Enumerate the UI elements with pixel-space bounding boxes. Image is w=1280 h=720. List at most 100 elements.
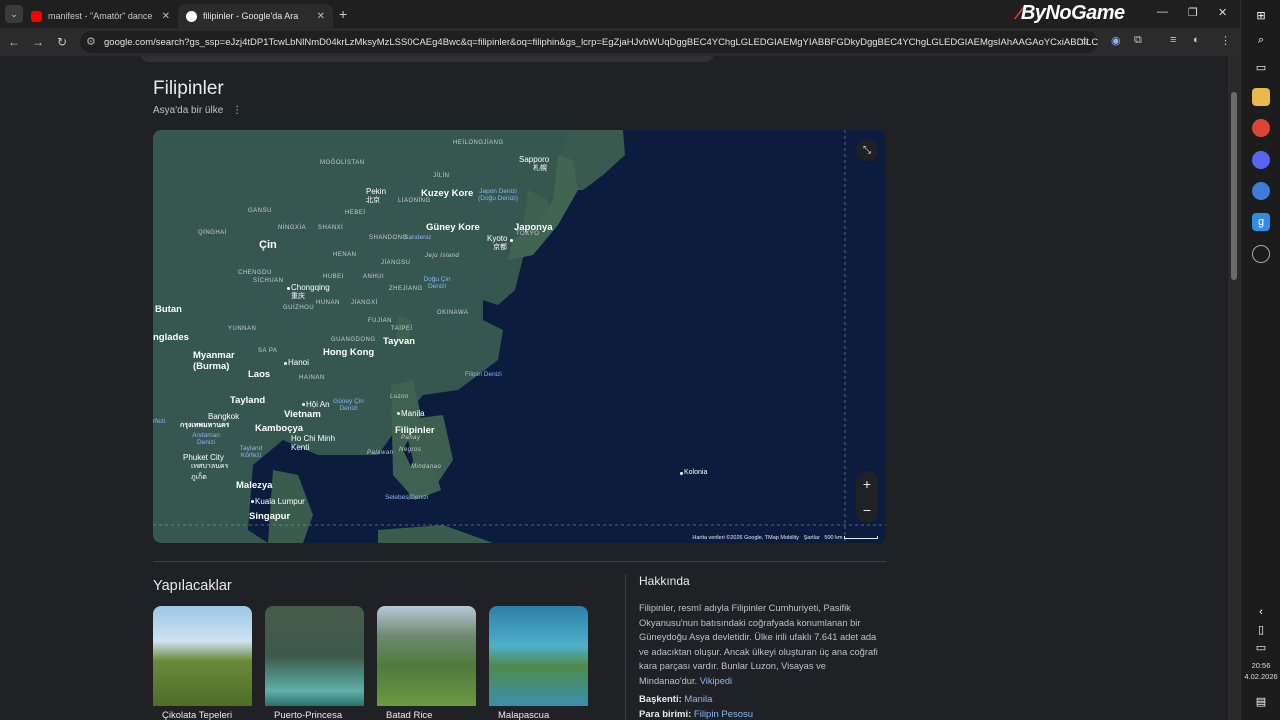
tab-search-button[interactable]: ⌄ [5, 5, 23, 23]
chevron-left-icon[interactable]: ‹ [1252, 603, 1270, 621]
map-label: CHENGDU [238, 270, 272, 276]
file-explorer-icon[interactable] [1252, 88, 1270, 106]
card-label: Çikolata Tepeleri [162, 710, 233, 720]
tab-youtube[interactable]: manifest - "Amatör" dance ✕ [23, 4, 178, 28]
zoom-out-button[interactable]: − [863, 502, 871, 518]
clock-time: 20:56 [1251, 661, 1271, 670]
map-label: Hội An [306, 400, 330, 409]
media-control-icon[interactable]: ≡ [1170, 34, 1176, 46]
zoom-controls: + − [856, 471, 878, 523]
collapse-map-button[interactable]: ⤡ [856, 139, 878, 161]
url-text: google.com/search?gs_ssp=eJzj4tDP1TcwLbN… [104, 36, 1098, 48]
map-label: TOKYO [516, 231, 540, 237]
brand-logo: ⁄ByNoGame [1018, 2, 1125, 24]
close-window-button[interactable]: ✕ [1218, 6, 1227, 19]
map[interactable]: MOĞOLİSTAN Sapporo 札幌 Pekin 北京 Kuzey Kor… [153, 130, 886, 543]
things-to-do-card[interactable]: Puerto-Princesa [265, 606, 364, 720]
restore-button[interactable]: ❐ [1188, 6, 1198, 19]
wikipedia-link[interactable]: Vikipedi [700, 676, 732, 686]
notification-icon[interactable]: ▤ [1252, 692, 1270, 710]
app-icon[interactable] [1252, 182, 1270, 200]
city-dot [302, 403, 305, 406]
app-clock-icon[interactable] [1252, 245, 1270, 263]
map-label: Sarıdeniz [404, 234, 432, 241]
map-label: Selebes Denizi [385, 494, 429, 501]
map-label: Vietnam [284, 409, 321, 420]
map-label: MOĞOLİSTAN [320, 160, 365, 166]
microphone-icon[interactable]: ▯ [1252, 620, 1270, 638]
address-bar[interactable]: ⚙ google.com/search?gs_ssp=eJzj4tDP1TcwL… [80, 31, 1098, 53]
things-to-do-card[interactable]: Çikolata Tepeleri [153, 606, 252, 720]
chrome-icon[interactable] [1252, 119, 1270, 137]
extension-icon[interactable]: ◉ [1111, 34, 1121, 47]
page-scrollbar[interactable] [1228, 56, 1240, 720]
app-g-icon[interactable]: g [1252, 213, 1270, 231]
map-label: YUNNAN [228, 326, 257, 332]
page-content: Filipinler Asya'da bir ülke ⋮ MOĞOLİSTAN… [0, 56, 1228, 720]
city-dot [397, 412, 400, 415]
map-label: Filipin Denizi [465, 371, 502, 378]
close-icon[interactable]: ✕ [317, 11, 325, 22]
scale-bar [844, 536, 878, 539]
map-label: Güney Kore [426, 222, 480, 233]
capital-fact: Başkenti: Manila [639, 694, 712, 705]
card-label: Batad Rice [386, 710, 433, 720]
terms-link[interactable]: Şartlar [804, 535, 820, 541]
map-label: HUNAN [316, 300, 340, 306]
map-label: 京都 [493, 244, 507, 251]
things-to-do-card[interactable]: Malapascua [489, 606, 588, 720]
scale-label: 500 km [824, 535, 843, 541]
tab-google-search[interactable]: filipinler - Google'da Ara ✕ [178, 4, 333, 28]
map-label: Tayland [230, 395, 266, 406]
tab-title: manifest - "Amatör" dance [48, 11, 153, 21]
map-label: HEİLONGJİANG [453, 140, 504, 146]
menu-icon[interactable]: ⋮ [1220, 34, 1231, 47]
reload-button[interactable]: ↻ [50, 35, 74, 49]
bookmark-star-icon[interactable]: ☆ [1079, 34, 1090, 48]
about-text: Filipinler, resmî adıyla Filipinler Cumh… [639, 603, 878, 686]
clock-date: 4.02.2026 [1244, 672, 1278, 681]
things-to-do-title: Yapılacaklar [153, 578, 232, 594]
site-info-icon[interactable]: ⚙ [86, 35, 96, 48]
map-attribution: Harita verileri ©2026 Google, TMap Mobil… [692, 535, 878, 541]
currency-link[interactable]: Filipin Pesosu [694, 709, 753, 720]
map-label: SHANDONG [369, 235, 408, 241]
close-icon[interactable]: ✕ [162, 11, 170, 22]
scrollbar-thumb[interactable] [1231, 92, 1237, 280]
city-dot [287, 287, 290, 290]
discord-icon[interactable] [1252, 151, 1270, 169]
profile-icon[interactable]: ◐ [1193, 34, 1200, 46]
card-image [153, 606, 252, 706]
map-label: OKINAWA [437, 310, 469, 316]
forward-button[interactable]: → [26, 35, 50, 49]
search-box[interactable] [140, 56, 714, 62]
map-label: Hanoi [288, 358, 309, 367]
things-to-do-card[interactable]: Batad Rice [377, 606, 476, 720]
new-tab-button[interactable]: + [339, 6, 347, 22]
zoom-in-button[interactable]: + [863, 476, 871, 492]
task-view-icon[interactable]: ▭ [1252, 58, 1270, 76]
back-button[interactable]: ← [2, 35, 26, 49]
map-label: SA PA [258, 348, 278, 354]
map-label: JİANGXİ [351, 300, 378, 306]
os-taskbar: ⊞ ⌕ ▭ g ‹ ▯ ▭ 20:56 4.02.2026 ▤ [1240, 0, 1280, 720]
map-label: Luzon [390, 394, 409, 400]
map-label: Laos [248, 369, 271, 380]
fact-label: Başkenti: [639, 694, 682, 705]
system-clock[interactable]: 20:56 4.02.2026 [1241, 660, 1280, 682]
map-label: Panay [401, 435, 421, 441]
map-label: Singapur [249, 511, 291, 522]
windows-start-icon[interactable]: ⊞ [1252, 6, 1270, 24]
display-icon[interactable]: ▭ [1252, 638, 1270, 656]
fact-label: Para birimi: [639, 709, 692, 720]
map-label: กรุงเทพมหานคร [180, 422, 230, 429]
card-image [265, 606, 364, 706]
capital-link[interactable]: Manila [684, 694, 712, 705]
map-label: Ho Chi Minh Kenti [291, 434, 336, 452]
extensions-puzzle-icon[interactable]: ⧉ [1134, 34, 1142, 47]
search-icon[interactable]: ⌕ [1252, 31, 1270, 49]
map-label: Güney Çin Denizi [333, 398, 364, 412]
about-title: Hakkında [639, 574, 690, 588]
minimize-button[interactable]: — [1157, 6, 1168, 18]
more-options-icon[interactable]: ⋮ [232, 105, 242, 116]
